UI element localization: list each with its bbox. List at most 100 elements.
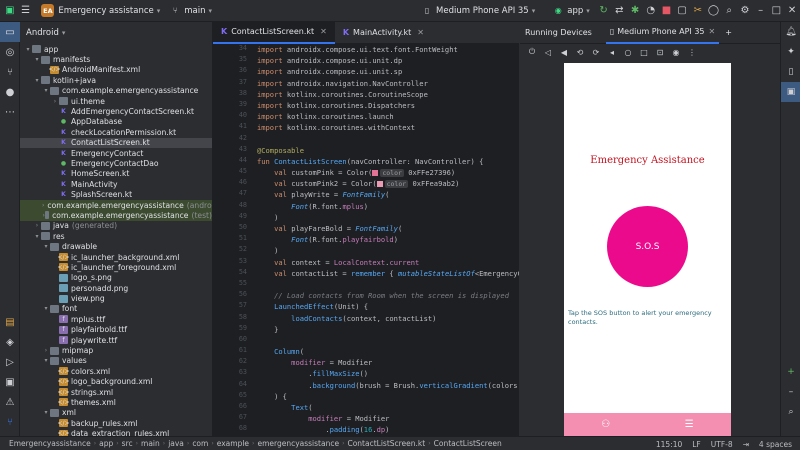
tree-item[interactable]: ›com.example.emergencyassistance(android… bbox=[20, 199, 212, 211]
code-line[interactable]: loadContacts(context, contactList) bbox=[257, 313, 519, 324]
code-line[interactable]: import kotlinx.coroutines.Dispatchers bbox=[257, 100, 519, 111]
tree-item[interactable]: f mplus.ttf bbox=[20, 314, 212, 324]
breadcrumb-item[interactable]: java bbox=[168, 439, 184, 448]
chevron-down-icon[interactable]: ▾ bbox=[42, 409, 50, 416]
code-line[interactable]: ) bbox=[257, 212, 519, 223]
breadcrumb-item[interactable]: src bbox=[122, 439, 133, 448]
tree-item[interactable]: </> ic_launcher_foreground.xml bbox=[20, 262, 212, 272]
indent-setting[interactable]: 4 spaces bbox=[759, 440, 792, 449]
list-icon[interactable]: ☰ bbox=[685, 419, 694, 430]
github-icon[interactable]: ● bbox=[0, 82, 20, 102]
code-line[interactable] bbox=[257, 134, 519, 145]
code-line[interactable]: Column( bbox=[257, 346, 519, 357]
record-icon[interactable]: ◉ bbox=[668, 48, 684, 57]
breadcrumb-item[interactable]: emergencyassistance bbox=[257, 439, 339, 448]
code-line[interactable]: modifier = Modifier bbox=[257, 413, 519, 424]
code-line[interactable]: LaunchedEffect(Unit) { bbox=[257, 301, 519, 312]
code-area[interactable]: import androidx.compose.ui.text.font.Fon… bbox=[257, 44, 519, 436]
code-line[interactable]: .background(brush = Brush.verticalGradie… bbox=[257, 380, 519, 391]
tree-item[interactable]: ▾ xml bbox=[20, 408, 212, 418]
chevron-right-icon[interactable]: › bbox=[51, 98, 59, 105]
tree-item[interactable]: › ui.theme bbox=[20, 96, 212, 106]
stop-icon[interactable]: ■ bbox=[661, 4, 673, 18]
breadcrumb-item[interactable]: ContactListScreen.kt bbox=[347, 439, 425, 448]
project-panel-header[interactable]: Android ▾ bbox=[20, 22, 212, 44]
tree-item[interactable]: K EmergencyContact bbox=[20, 148, 212, 158]
tree-item[interactable]: </> colors.xml bbox=[20, 366, 212, 376]
tree-item[interactable]: K ContactListScreen.kt bbox=[20, 137, 212, 148]
code-line[interactable]: val playWrite = FontFamily( bbox=[257, 189, 519, 200]
editor-tab[interactable]: K MainActivity.kt ✕ bbox=[335, 22, 432, 44]
device-manager-icon[interactable]: ▢ bbox=[676, 4, 688, 18]
settings-icon[interactable]: ⚙ bbox=[739, 4, 751, 18]
tree-item[interactable]: ▾ app bbox=[20, 44, 212, 54]
chevron-right-icon[interactable]: › bbox=[33, 222, 41, 229]
zoom-out-icon[interactable]: – bbox=[781, 382, 800, 402]
more-icon[interactable]: ⋯ bbox=[0, 102, 20, 122]
sos-button[interactable]: S.O.S bbox=[607, 206, 688, 287]
gemini-icon[interactable]: ✦ bbox=[781, 42, 800, 62]
chevron-down-icon[interactable]: ▾ bbox=[24, 46, 32, 53]
close-icon[interactable]: ✕ bbox=[417, 28, 424, 37]
tree-item[interactable]: ▾ drawable bbox=[20, 241, 212, 251]
commit-icon[interactable]: ◎ bbox=[0, 42, 20, 62]
rotate-icon[interactable]: ⟲ bbox=[572, 48, 588, 57]
project-selector[interactable]: EA Emergency assistance ▾ bbox=[41, 4, 160, 17]
code-line[interactable]: // Load contacts from Room when the scre… bbox=[257, 290, 519, 301]
breadcrumb-item[interactable]: app bbox=[99, 439, 113, 448]
zoom-in-icon[interactable]: + bbox=[781, 362, 800, 382]
code-line[interactable]: import androidx.compose.ui.unit.sp bbox=[257, 66, 519, 77]
run-icon[interactable]: ▷ bbox=[0, 352, 20, 372]
tree-item[interactable]: K HomeScreen.kt bbox=[20, 169, 212, 179]
tree-item[interactable]: ● EmergencyContactDao bbox=[20, 158, 212, 168]
rotate-right-icon[interactable]: ⟳ bbox=[588, 48, 604, 57]
file-encoding[interactable]: UTF-8 bbox=[711, 440, 733, 449]
tree-item[interactable]: › com.example.emergencyassistance (test) bbox=[20, 210, 212, 221]
code-line[interactable] bbox=[257, 335, 519, 346]
code-line[interactable]: import kotlinx.coroutines.launch bbox=[257, 111, 519, 122]
close-icon[interactable]: ✕ bbox=[709, 27, 716, 36]
branch-selector[interactable]: ⑂ main ▾ bbox=[166, 4, 212, 18]
phone-screen[interactable]: Emergency Assistance S.O.S Tap the SOS b… bbox=[564, 63, 731, 436]
gradle-icon[interactable]: ◈ bbox=[0, 332, 20, 352]
overview-icon[interactable]: □ bbox=[636, 48, 652, 57]
code-line[interactable]: val contactList = remember { mutableStat… bbox=[257, 268, 519, 279]
rerun-icon[interactable]: ↻ bbox=[598, 4, 610, 18]
code-line[interactable] bbox=[257, 279, 519, 290]
chevron-down-icon[interactable]: ▾ bbox=[42, 305, 50, 312]
tree-item[interactable]: K AddEmergencyContactScreen.kt bbox=[20, 106, 212, 116]
code-line[interactable]: import kotlinx.coroutines.CoroutineScope bbox=[257, 89, 519, 100]
zoom-fit-icon[interactable]: ⌕ bbox=[781, 402, 800, 422]
build-icon[interactable]: ▤ bbox=[0, 312, 20, 332]
add-device-icon[interactable]: + bbox=[725, 28, 732, 37]
breadcrumb-item[interactable]: example bbox=[217, 439, 249, 448]
code-line[interactable]: .fillMaxSize() bbox=[257, 368, 519, 379]
breadcrumb-item[interactable]: main bbox=[141, 439, 160, 448]
profile-icon[interactable]: ◔ bbox=[645, 4, 657, 18]
power-icon[interactable]: ⏻ bbox=[524, 47, 540, 57]
run-config-selector[interactable]: ◉ app ▾ bbox=[549, 4, 590, 18]
breadcrumb-item[interactable]: Emergencyassistance bbox=[9, 439, 91, 448]
tree-item[interactable]: ▾ com.example.emergencyassistance bbox=[20, 86, 212, 96]
apply-changes-icon[interactable]: ⇄ bbox=[613, 4, 625, 18]
chevron-down-icon[interactable]: ▾ bbox=[33, 56, 41, 63]
maximize-icon[interactable]: □ bbox=[770, 4, 782, 18]
tree-item[interactable]: ▾ manifests bbox=[20, 54, 212, 64]
tree-item[interactable]: KcheckLocationPermission.kt bbox=[20, 127, 212, 137]
color-swatch-icon[interactable] bbox=[376, 181, 383, 188]
code-line[interactable]: Text( bbox=[257, 402, 519, 413]
minimize-icon[interactable]: – bbox=[755, 4, 767, 18]
close-icon[interactable]: ✕ bbox=[786, 4, 798, 18]
code-line[interactable]: fun ContactListScreen(navController: Nav… bbox=[257, 156, 519, 167]
tree-item[interactable]: personadd.png bbox=[20, 283, 212, 293]
tree-item[interactable]: view.png bbox=[20, 293, 212, 303]
chevron-down-icon[interactable]: ▾ bbox=[33, 77, 41, 84]
code-line[interactable]: import androidx.compose.ui.text.font.Fon… bbox=[257, 44, 519, 55]
terminal-icon[interactable]: ▣ bbox=[0, 372, 20, 392]
code-line[interactable]: @Composable bbox=[257, 145, 519, 156]
close-icon[interactable]: ✕ bbox=[320, 27, 327, 36]
vcs-icon[interactable]: ⑂ bbox=[0, 62, 20, 82]
device-selector[interactable]: ▯ Medium Phone API 35 ▾ bbox=[418, 4, 535, 18]
more-icon[interactable]: ⋮ bbox=[684, 48, 700, 57]
editor-tab[interactable]: K ContactListScreen.kt ✕ bbox=[213, 22, 335, 44]
